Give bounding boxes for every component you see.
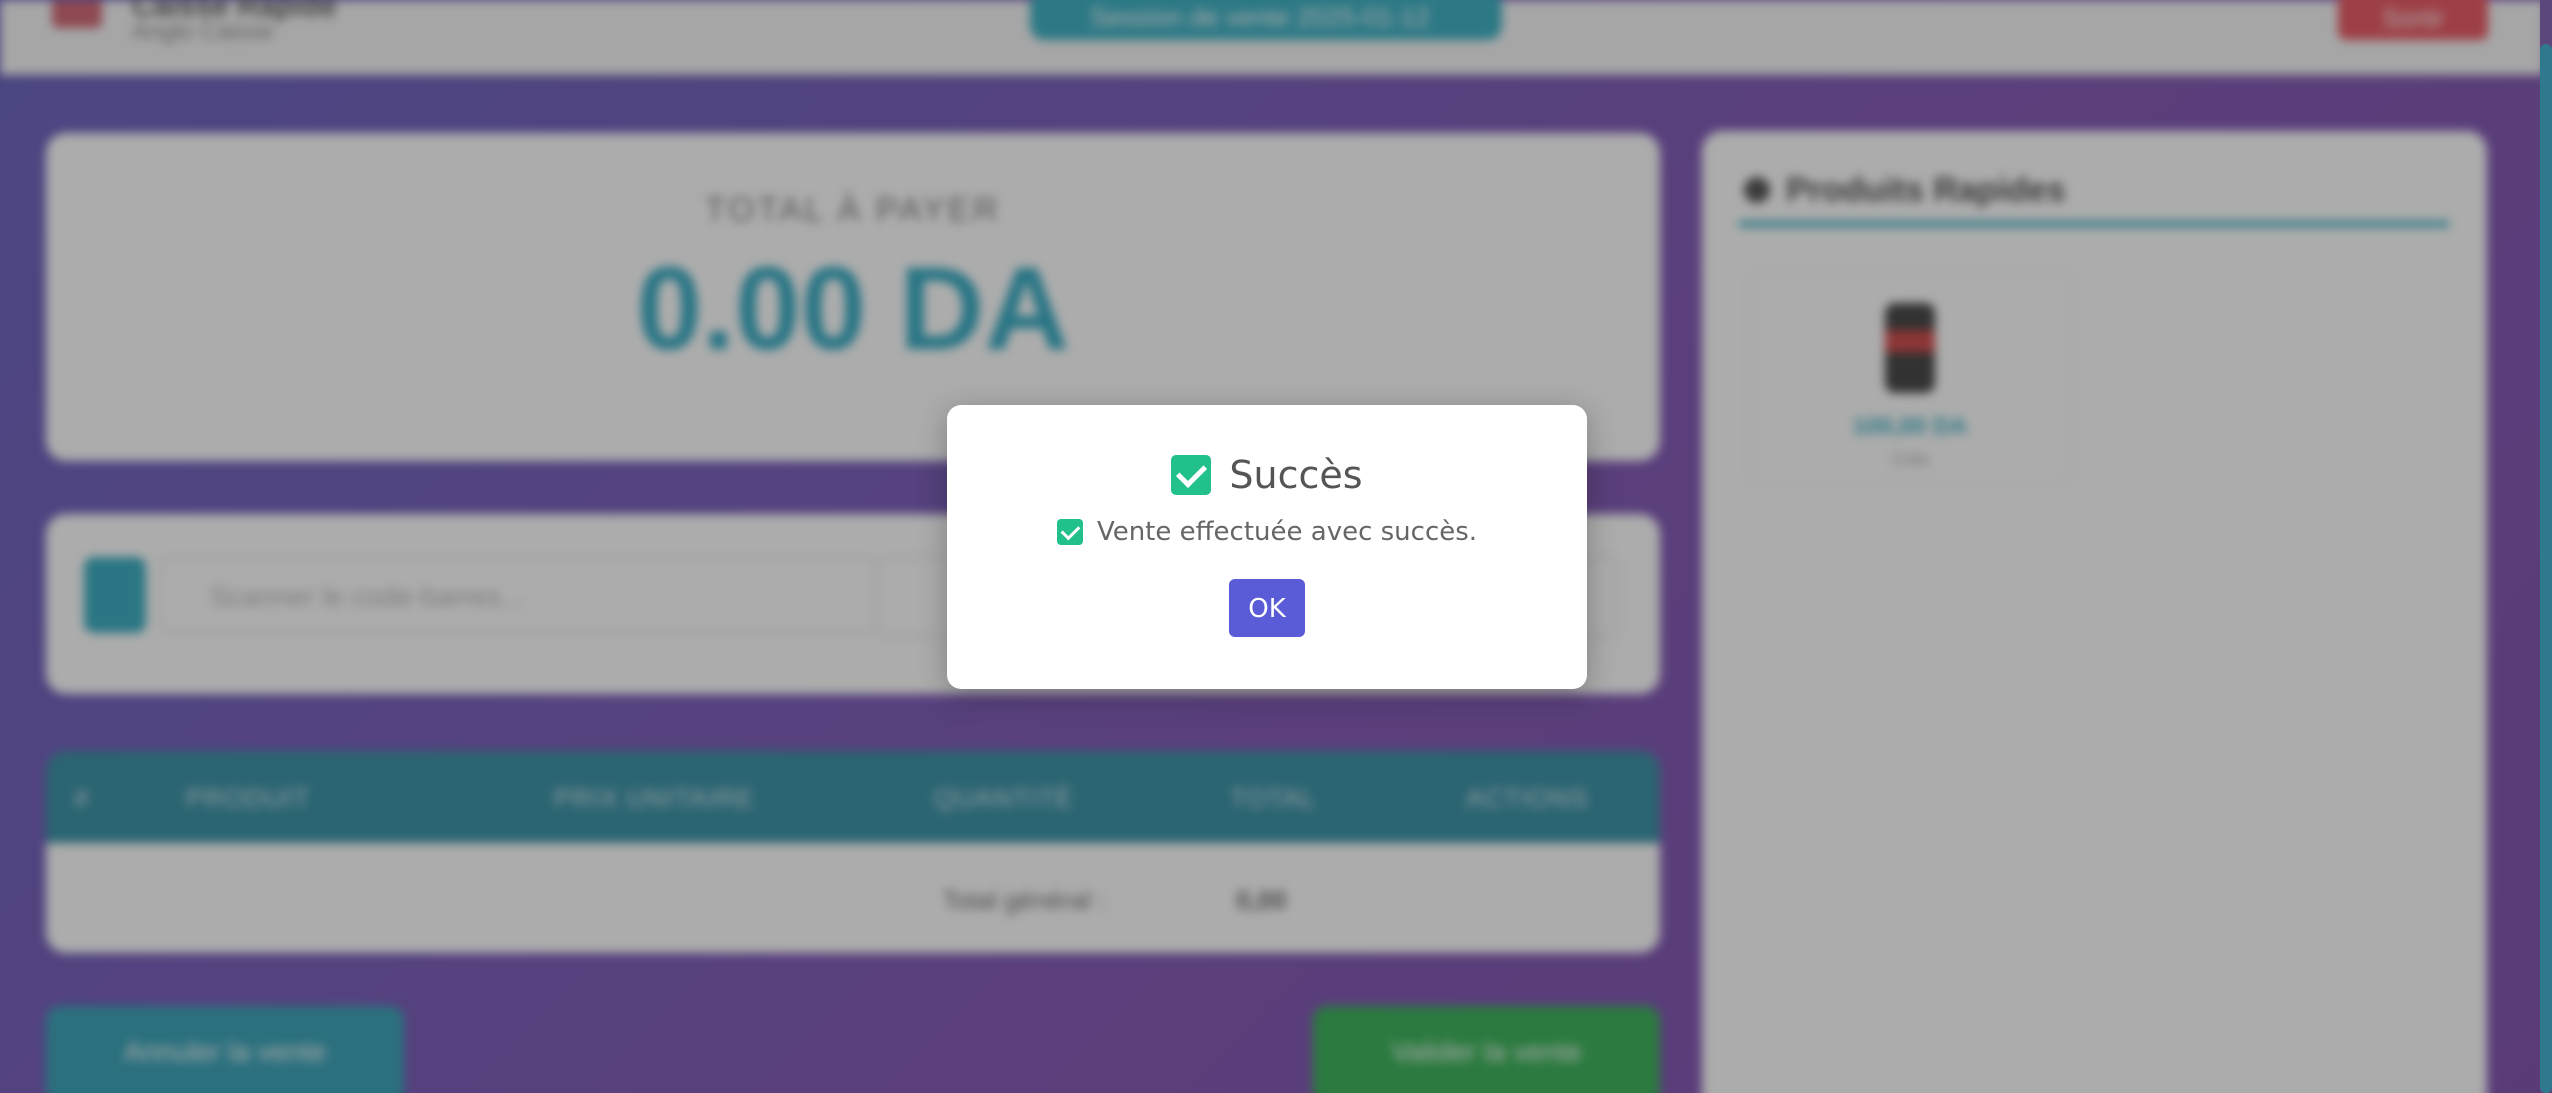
dialog-message-row: Vente effectuée avec succès. <box>947 517 1587 547</box>
dialog-message: Vente effectuée avec succès. <box>1096 517 1478 547</box>
screen: Caisse Rapide Anglo Caisse Session de ve… <box>0 0 2552 1093</box>
check-icon <box>1171 455 1212 495</box>
dialog-title: Succès <box>1229 453 1363 497</box>
ok-button[interactable]: OK <box>1229 579 1305 637</box>
check-icon <box>1056 519 1083 545</box>
dialog-title-row: Succès <box>947 453 1587 497</box>
success-dialog: Succès Vente effectuée avec succès. OK <box>947 405 1587 689</box>
